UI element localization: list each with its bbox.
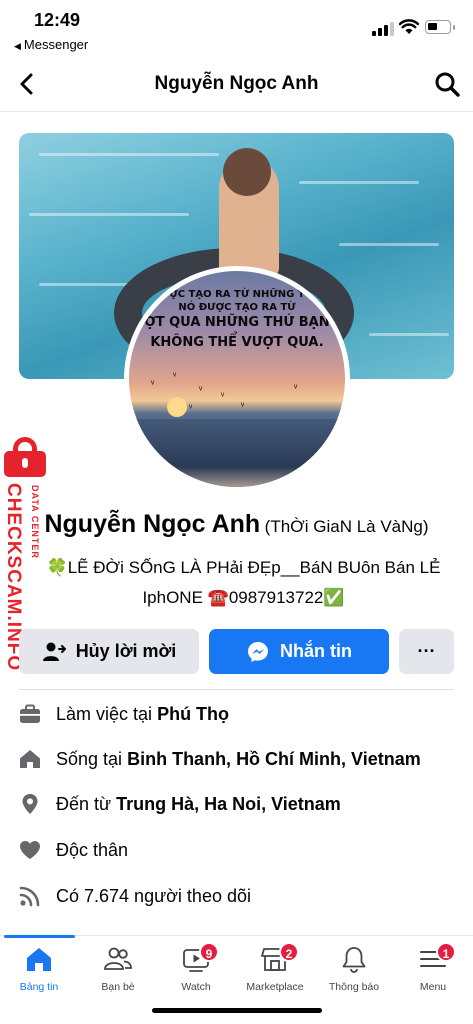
search-icon[interactable] — [433, 70, 461, 98]
cancel-request-button[interactable]: Hủy lời mời — [19, 629, 199, 674]
briefcase-icon — [20, 704, 40, 723]
avatar-caption-line1: ỰC TẠO RA TỪ NHỮNG T — [169, 289, 305, 300]
profile-bio: 🍀LẼ ĐỜi SỐnG LÀ PHải ĐẸp__BáN BUôn Bán L… — [34, 553, 453, 613]
cancel-request-label: Hủy lời mời — [75, 641, 177, 661]
avatar-caption-line3: ỢT QUA NHỮNG THỨ BẠN — [144, 315, 330, 330]
profile-alt-name: (ThỜi GiaN Là VàNg) — [264, 517, 429, 536]
back-triangle-icon: ◀ — [14, 41, 21, 51]
tab-friends[interactable]: Bạn bè — [79, 944, 157, 1004]
more-options-button[interactable]: ··· — [399, 629, 454, 674]
menu-badge: 1 — [436, 942, 456, 962]
watch-badge: 9 — [199, 942, 219, 962]
tab-watch[interactable]: Watch 9 — [157, 942, 235, 1004]
messenger-icon — [248, 641, 268, 662]
from-value[interactable]: Trung Hà, Ha Noi, Vietnam — [116, 794, 341, 815]
tab-label: Thông báo — [328, 981, 380, 993]
friends-icon — [104, 947, 132, 970]
page-title: Nguyễn Ngọc Anh — [154, 73, 319, 94]
message-button[interactable]: Nhắn tin — [209, 629, 389, 674]
tab-menu[interactable]: Menu 1 — [394, 942, 472, 1004]
tab-notifications[interactable]: Thông báo — [315, 944, 393, 1004]
detail-followers[interactable]: Có 7.674 người theo dõi — [18, 880, 463, 912]
avatar-caption-line2: NÓ ĐƯỢC TẠO RA TỪ — [178, 302, 296, 313]
bell-icon — [342, 947, 366, 973]
home-indicator[interactable] — [152, 1008, 322, 1013]
detail-relationship: Độc thân — [18, 834, 463, 866]
tab-marketplace[interactable]: Marketplace 2 — [236, 942, 314, 1004]
location-pin-icon — [22, 794, 38, 814]
person-figure — [219, 148, 279, 278]
followers-count: Có 7.674 người theo dõi — [56, 885, 251, 906]
detail-lives: Sống tại Binh Thanh, Hồ Chí Minh, Vietna… — [18, 743, 463, 775]
detail-work: Làm việc tại Phú Thọ — [18, 698, 463, 730]
rss-followers-icon — [19, 886, 40, 907]
bio-line-2: IphONE ☎️0987913722✅ — [142, 588, 345, 607]
battery-icon — [425, 20, 455, 34]
profile-header: Nguyễn Ngọc Anh — [0, 56, 473, 112]
back-app-label: Messenger — [23, 37, 89, 52]
marketplace-badge: 2 — [279, 942, 299, 962]
tab-label: Watch — [181, 981, 211, 993]
profile-name: Nguyễn Ngọc Anh — [44, 510, 261, 538]
heart-icon — [20, 841, 40, 859]
lives-value[interactable]: Binh Thanh, Hồ Chí Minh, Vietnam — [127, 749, 421, 770]
tab-label: Menu — [419, 981, 447, 993]
relationship-status: Độc thân — [56, 839, 129, 860]
more-options-label: ··· — [417, 641, 436, 661]
bio-line-1: 🍀LẼ ĐỜi SỐnG LÀ PHải ĐẸp__BáN BUôn Bán L… — [46, 558, 441, 577]
tab-label: Marketplace — [246, 981, 304, 993]
profile-avatar[interactable]: ỰC TẠO RA TỪ NHỮNG T NÓ ĐƯỢC TẠO RA TỪ Ợ… — [124, 266, 350, 492]
avatar-caption-line4: KHÔNG THỂ VƯỢT QUA. — [150, 335, 324, 350]
lock-icon — [2, 437, 48, 477]
home-icon — [20, 750, 40, 768]
detail-hometown: Đến từ Trung Hà, Ha Noi, Vietnam — [18, 788, 463, 820]
tab-feed[interactable]: Bảng tin — [0, 944, 78, 1004]
work-value[interactable]: Phú Thọ — [157, 704, 229, 725]
cancel-friend-request-icon — [42, 642, 66, 661]
home-icon — [27, 948, 51, 971]
active-tab-indicator — [4, 935, 75, 938]
work-prefix: Làm việc tại — [56, 703, 153, 724]
cellular-signal-icon — [372, 22, 394, 36]
lives-prefix: Sống tại — [56, 748, 123, 769]
profile-name-row: Nguyễn Ngọc Anh (ThỜi GiaN Là VàNg) — [0, 510, 473, 539]
back-to-app-link[interactable]: ◀ Messenger — [14, 37, 88, 52]
tab-label: Bạn bè — [101, 981, 135, 993]
tab-label: Bảng tin — [19, 981, 59, 993]
wifi-icon — [399, 19, 419, 34]
status-time: 12:49 — [34, 10, 81, 30]
message-label: Nhắn tin — [280, 641, 352, 661]
status-bar: 12:49 ◀ Messenger — [0, 0, 473, 56]
section-divider — [19, 689, 454, 690]
from-prefix: Đến từ — [56, 793, 112, 814]
